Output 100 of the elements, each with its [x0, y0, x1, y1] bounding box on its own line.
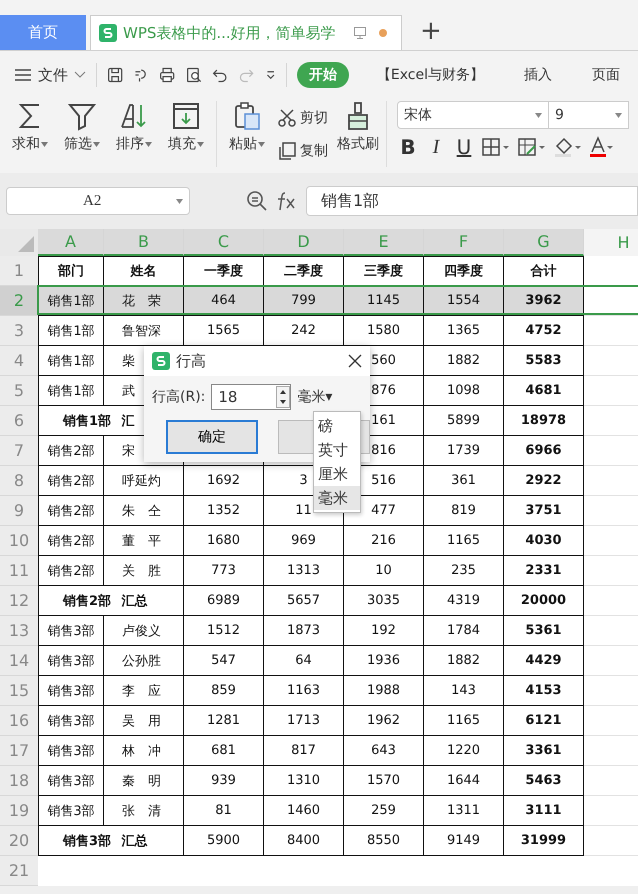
table-cell: 9149 [446, 833, 480, 848]
table-cell: 876 [371, 383, 396, 398]
table-cell-text: 柴 [122, 352, 135, 370]
table-cell-text: 吴 用 [122, 712, 161, 730]
table-cell: 2922 [525, 473, 562, 488]
table-cell: 1554 [446, 293, 480, 308]
table-cell: 5899 [446, 413, 480, 428]
table-cell-text: 销售3部 [47, 712, 95, 730]
table-cell: 5361 [525, 623, 562, 638]
table-cell: 3 [299, 473, 308, 488]
table-cell-text: 销售3部 汇总 [63, 832, 148, 850]
table-cell-text: 公孙胜 [122, 652, 161, 670]
table-cell: 64 [295, 653, 312, 668]
table-cell: 773 [211, 563, 236, 578]
table-cell-text: 朱 仝 [122, 502, 161, 520]
table-cell: 161 [371, 413, 396, 428]
table-cell: 1365 [446, 323, 480, 338]
table-cell: 1565 [206, 323, 240, 338]
table-cell: 477 [371, 503, 396, 518]
table-cell: 1311 [446, 803, 480, 818]
table-cell: 1882 [446, 353, 480, 368]
dialog-title: 行高 [176, 352, 207, 370]
table-cell: 1352 [206, 503, 240, 518]
table-cell: 235 [451, 563, 476, 578]
table-cell: 969 [291, 533, 316, 548]
table-cell-text: 一季度 [204, 262, 243, 280]
table-cell: 1882 [446, 653, 480, 668]
table-cell-text: 姓名 [130, 263, 156, 280]
table-cell: 216 [371, 533, 396, 548]
table-cell: 4681 [525, 383, 562, 398]
table-cell: 8400 [286, 833, 320, 848]
table-cell: 8550 [366, 833, 400, 848]
table-cell: 1220 [446, 743, 480, 758]
tab-title: WPS表格中的...好用，简单易学 [123, 24, 337, 42]
table-cell-text: 张 清 [122, 802, 161, 820]
table-cell: 1165 [446, 713, 480, 728]
table-cell: 1313 [286, 563, 320, 578]
table-cell: 1739 [446, 443, 480, 458]
table-cell: 1692 [206, 473, 240, 488]
table-cell: 1962 [366, 713, 400, 728]
table-cell: 143 [451, 683, 476, 698]
field-label: 行高(R): [152, 388, 206, 406]
table-cell: 6121 [525, 713, 562, 728]
table-cell: 681 [211, 743, 236, 758]
table-cell: 4752 [525, 323, 562, 338]
table-cell-text: 销售2部 [47, 562, 95, 580]
table-cell: 1580 [366, 323, 400, 338]
table-cell: 3751 [525, 503, 562, 518]
table-cell: 1570 [366, 773, 400, 788]
table-cell: 11 [295, 503, 312, 518]
table-cell-text: 销售3部 [47, 772, 95, 790]
table-cell: 3361 [525, 743, 562, 758]
table-cell: 560 [371, 353, 396, 368]
table-cell-text: 销售1部 [47, 292, 95, 310]
table-cell: 939 [211, 773, 236, 788]
table-cell: 1873 [286, 623, 320, 638]
table-cell: 1098 [446, 383, 480, 398]
table-cell: 1145 [366, 293, 400, 308]
table-cell: 192 [371, 623, 396, 638]
table-cell: 5900 [206, 833, 240, 848]
table-cell-text: 销售2部 [47, 502, 95, 520]
table-cell-text: 销售1部 [47, 352, 95, 370]
table-cell: 361 [451, 473, 476, 488]
table-cell-text: 秦 明 [122, 772, 161, 790]
table-cell-text: 销售1部 [47, 322, 95, 340]
table-cell: 1165 [446, 533, 480, 548]
table-cell-text: 呼延灼 [122, 472, 161, 490]
table-cell: 547 [211, 653, 236, 668]
table-cell: 1644 [446, 773, 480, 788]
table-cell: 1163 [286, 683, 320, 698]
table-cell: 4030 [525, 533, 562, 548]
table-cell-text: 销售2部 [47, 532, 95, 550]
table-cell: 3035 [366, 593, 400, 608]
table-cell-text: 花 荣 [122, 292, 161, 310]
table-cell: 3962 [525, 293, 562, 308]
table-cell-text: 销售3部 [47, 652, 95, 670]
table-cell-text: 合计 [530, 263, 556, 280]
table-cell: 859 [211, 683, 236, 698]
table-cell-text: 三季度 [364, 262, 403, 280]
table-cell-text: 鲁智深 [122, 322, 161, 340]
table-cell: 516 [371, 473, 396, 488]
table-cell-text: 销售3部 [47, 802, 95, 820]
table-cell: 1460 [286, 803, 320, 818]
table-cell: 3111 [525, 803, 562, 818]
table-cell: 6966 [525, 443, 562, 458]
table-cell: 2331 [525, 563, 562, 578]
table-cell: 6989 [206, 593, 240, 608]
table-cell-text: 林 冲 [122, 742, 161, 760]
table-cell-text: 销售2部 [47, 472, 95, 490]
table-cell-text: 销售2部 汇总 [63, 592, 148, 610]
table-cell: 1680 [206, 533, 240, 548]
table-cell-text: 关 胜 [122, 562, 161, 580]
table-cell: 5583 [525, 353, 562, 368]
table-cell: 18978 [520, 413, 566, 428]
table-cell-text: 董 平 [122, 532, 161, 550]
table-cell-text: 武 [122, 382, 135, 400]
table-cell-text: 宋 [122, 442, 135, 460]
table-cell: 10 [375, 563, 392, 578]
table-cell: 259 [371, 803, 396, 818]
table-cell-text: 销售2部 [47, 442, 95, 460]
